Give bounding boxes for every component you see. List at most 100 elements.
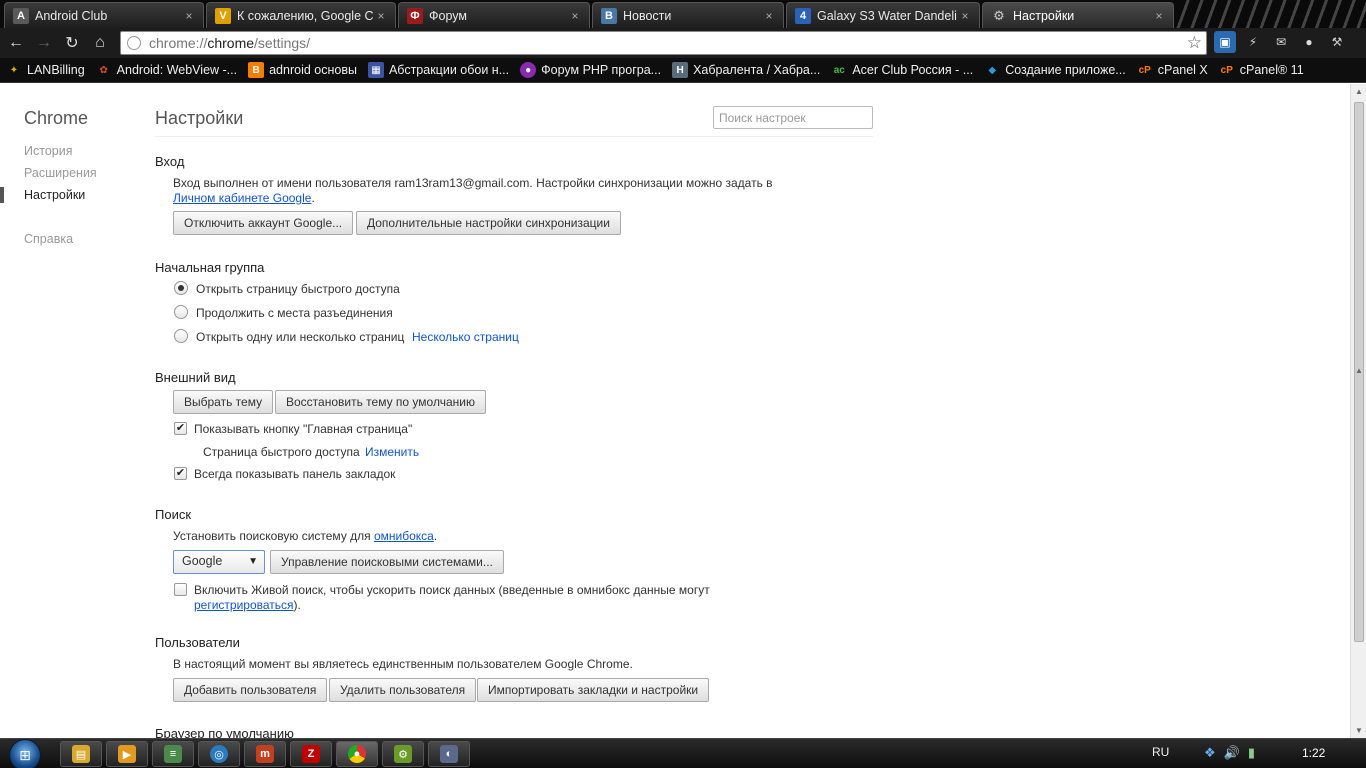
omnibox-link[interactable]: омнибокса [374,529,434,543]
bookmarks-bar: ✦ LANBilling ✿ Android: WebView -... Badnr… [0,58,1366,83]
habr-icon: H [672,62,689,78]
toolbar: ← → ↻ ⌂ chrome://chrome/settings/ ☆ ▣ ⚡ … [0,28,1366,58]
close-icon[interactable]: × [761,9,777,23]
search-engine-select[interactable]: Google ▼ [173,550,265,574]
startup-radio-continue[interactable] [174,305,188,319]
omnibox[interactable]: chrome://chrome/settings/ ☆ [120,31,1207,55]
bookmark-item[interactable]: ● Форум PHP програ... [520,62,661,78]
back-icon[interactable]: ← [2,29,30,57]
reset-theme-button[interactable]: Восстановить тему по умолчанию [275,390,486,414]
remove-user-button[interactable]: Удалить пользователя [329,678,477,702]
set-pages-link[interactable]: Несколько страниц [412,330,519,344]
language-indicator[interactable]: RU [1152,745,1169,759]
show-bookmarks-checkbox[interactable]: ✔ [174,467,187,480]
flash-ext-icon[interactable]: ⚡ [1242,31,1264,53]
page-info-icon[interactable] [127,36,141,50]
theme-decoration [1176,0,1366,28]
taskbar-button[interactable]: m [244,741,286,767]
scroll-up-icon[interactable]: ▲ [1351,87,1366,96]
add-user-button[interactable]: Добавить пользователя [173,678,328,702]
v-logo-icon: V [215,7,231,24]
startup-option-label: Открыть страницу быстрого доступа [196,282,400,296]
show-bookmarks-label: Всегда показывать панель закладок [194,467,396,481]
nav-item-history[interactable]: История [24,144,72,158]
google-dashboard-link[interactable]: Личном кабинете Google [173,191,311,205]
instant-search-checkbox[interactable] [174,583,187,596]
bookmark-item[interactable]: H Хабралента / Хабра... [672,62,820,78]
close-icon[interactable]: × [181,9,197,23]
search-text: Установить поисковую систему для омнибок… [173,529,438,543]
bookmark-item[interactable]: cP cPanel® 11 [1219,62,1304,78]
gmail-ext-icon[interactable]: ✉ [1270,31,1292,53]
volume-icon[interactable]: 🔊 [1224,745,1240,761]
startup-option-label: Продолжить с места разъединения [196,306,393,320]
clock[interactable]: 1:22 [1302,746,1325,760]
startup-radio-pages[interactable] [174,329,188,343]
close-icon[interactable]: × [567,9,583,23]
page-scrollbar[interactable]: ▲ ▲ ▼ [1350,84,1366,738]
notepad-icon: ≡ [164,745,182,763]
html-editor-icon: m [256,745,274,763]
manage-search-engines-button[interactable]: Управление поисковыми системами... [270,550,504,574]
four-pda-icon: 4 [795,7,811,24]
address-url[interactable]: chrome://chrome/settings/ [149,35,1187,51]
nav-item-help[interactable]: Справка [24,232,73,246]
advanced-sync-button[interactable]: Дополнительные настройки синхронизации [356,211,621,235]
show-home-checkbox[interactable]: ✔ [174,422,187,435]
taskbar-button[interactable]: ▶ [106,741,148,767]
bookmark-item[interactable]: ✦ LANBilling [6,62,85,78]
reload-icon[interactable]: ↻ [58,29,86,57]
vk-ext-icon[interactable]: ● [1298,31,1320,53]
tab-settings[interactable]: ⚙ Настройки × [982,2,1174,28]
import-bookmarks-button[interactable]: Импортировать закладки и настройки [477,678,710,702]
section-users: Пользователи В настоящий момент вы являе… [155,635,710,702]
taskbar-button[interactable]: ▤ [60,741,102,767]
change-home-link[interactable]: Изменить [365,445,419,459]
startup-radio-ntp[interactable] [174,281,188,295]
scroll-down-icon[interactable]: ▼ [1351,726,1366,735]
screenshot-ext-icon[interactable]: ▣ [1214,31,1236,53]
taskbar-button[interactable]: ≡ [152,741,194,767]
taskbar-button[interactable]: Z [290,741,332,767]
taskbar-button-active[interactable]: ● [336,741,378,767]
taskbar-button[interactable]: ◎ [198,741,240,767]
tab-news[interactable]: В Новости × [592,2,784,28]
bookmark-item[interactable]: ✿ Android: WebView -... [96,62,237,78]
home-icon[interactable]: ⌂ [86,29,114,57]
nav-item-extensions[interactable]: Расширения [24,166,97,180]
bookmark-item[interactable]: ◆ Создание приложе... [984,62,1125,78]
choose-theme-button[interactable]: Выбрать тему [173,390,274,414]
explorer-icon: ▤ [72,745,90,763]
bookmark-star-icon[interactable]: ☆ [1187,33,1202,53]
dropdown-arrow-icon: ▼ [248,556,258,567]
close-icon[interactable]: × [373,9,389,23]
close-icon[interactable]: × [957,9,973,23]
taskbar-button[interactable]: ⚙ [382,741,424,767]
bookmark-item[interactable]: ▦ Абстракции обои н... [367,62,509,78]
taskbar-button[interactable]: ◐ [428,741,470,767]
dropbox-icon[interactable]: ❖ [1204,745,1216,761]
tab-title: Galaxy S3 Water Dandelion I [817,8,957,23]
logged-link[interactable]: регистрироваться [194,598,294,612]
monitor-icon: ◐ [440,745,458,763]
tab-forum[interactable]: Ф Форум × [398,2,590,28]
signin-text: Вход выполнен от имени пользователя ram1… [173,176,773,190]
forward-icon[interactable]: → [30,29,58,57]
bookmark-item[interactable]: Badnroid основы [248,62,357,78]
extension-icons: ▣ ⚡ ✉ ● ⚒ [1214,31,1348,53]
bookmark-item[interactable]: cP cPanel X [1137,62,1208,78]
wrench-menu-icon[interactable]: ⚒ [1326,31,1348,53]
network-icon[interactable]: ▮ [1248,745,1255,761]
tab-title: Настройки [1013,8,1075,23]
settings-search-input[interactable] [713,106,873,129]
bookmark-item[interactable]: ac Acer Club Россия - ... [831,62,973,78]
start-button[interactable]: ⊞ [9,739,41,768]
tab-google-chrome-sorry[interactable]: V К сожалению, Google Chrc × [206,2,396,28]
tab-galaxy-s3[interactable]: 4 Galaxy S3 Water Dandelion I × [786,2,980,28]
disconnect-google-button[interactable]: Отключить аккаунт Google... [173,211,354,235]
tab-android-club[interactable]: A Android Club × [4,2,204,28]
section-signin: Вход Вход выполнен от имени пользователя… [155,154,773,235]
globe-icon: ◎ [210,745,228,763]
nav-item-settings[interactable]: Настройки [24,188,85,202]
close-icon[interactable]: × [1151,9,1167,23]
